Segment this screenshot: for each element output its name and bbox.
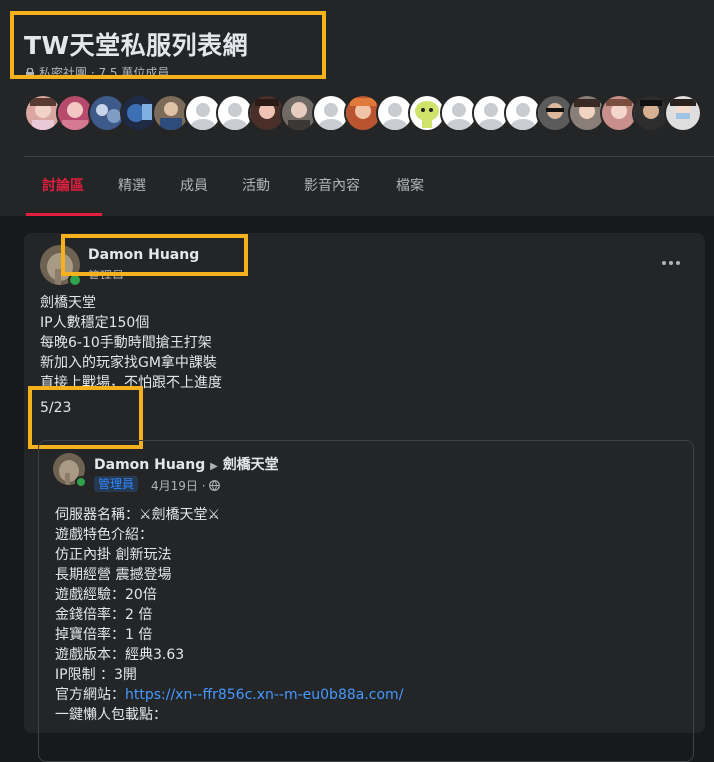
shared-line: 掉寶倍率：1 倍: [55, 627, 153, 643]
tab-label: 成員: [180, 178, 208, 194]
post-line: IP人數穩定150個: [40, 315, 150, 331]
shared-line: 金錢倍率：2 倍: [55, 607, 153, 623]
group-title: TW天堂私服列表網: [24, 31, 249, 60]
tab-featured[interactable]: 精選: [118, 157, 146, 216]
shared-line: 遊戲特色介紹：: [55, 527, 153, 543]
shared-line: 伺服器名稱：⚔劍橋天堂⚔: [55, 507, 221, 523]
online-status-dot: [68, 273, 82, 287]
lock-icon: [26, 68, 34, 76]
online-status-dot: [75, 476, 87, 488]
website-line: 官方網站：https://xn--ffr856c.xn--m-eu0b88a.c…: [55, 685, 403, 705]
tab-media[interactable]: 影音內容: [304, 157, 360, 216]
shared-author-label: Damon Huang: [94, 457, 206, 473]
tab-label: 活動: [242, 178, 270, 194]
post-author-role: 管理員: [88, 267, 124, 279]
shared-line: 遊戲經驗：20倍: [55, 587, 157, 603]
shared-post-time: 4月19日 ·: [151, 477, 221, 494]
tab-label: 精選: [118, 178, 146, 194]
tab-events[interactable]: 活動: [242, 157, 270, 216]
tab-label: 討論區: [42, 178, 84, 194]
post-line: 新加入的玩家找GM拿中課裝: [40, 355, 217, 371]
group-header: TW天堂私服列表網 私密社團 · 7.5 萬位成員 討論區 精選 成員 活動 影…: [0, 0, 714, 216]
shared-line: 一鍵懶人包載點：: [55, 707, 167, 723]
tab-label: 檔案: [396, 178, 424, 194]
group-meta: 私密社團 · 7.5 萬位成員: [26, 64, 169, 76]
shared-line: 仿正內掛 創新玩法: [55, 547, 172, 563]
more-options-button[interactable]: [660, 253, 684, 273]
caret-right-icon: ▶: [210, 461, 218, 472]
post-author-name[interactable]: Damon Huang: [88, 247, 199, 263]
tab-files[interactable]: 檔案: [396, 157, 424, 216]
shared-time-label[interactable]: 4月19日 ·: [151, 479, 206, 493]
globe-icon: [209, 479, 221, 493]
shared-line: 長期經營 震撼登場: [55, 567, 172, 583]
website-label: 官方網站：: [55, 687, 125, 703]
shared-target-name[interactable]: 劍橋天堂: [223, 457, 279, 473]
post-line: 每晚6-10手動時間搶王打架: [40, 335, 212, 351]
website-link[interactable]: https://xn--ffr856c.xn--m-eu0b88a.com/: [125, 687, 403, 703]
post-line: 劍橋天堂: [40, 295, 96, 311]
dot: [669, 261, 673, 265]
post-body: 劍橋天堂 IP人數穩定150個 每晚6-10手動時間搶王打架 新加入的玩家找GM…: [40, 293, 222, 393]
dot: [676, 261, 680, 265]
avatar[interactable]: [664, 94, 702, 132]
shared-line: 遊戲版本：經典3.63: [55, 647, 185, 663]
dot: [662, 261, 666, 265]
tab-label: 影音內容: [304, 178, 360, 194]
shared-post-body: 伺服器名稱：⚔劍橋天堂⚔ 遊戲特色介紹： 仿正內掛 創新玩法 長期經營 震撼登場…: [55, 505, 403, 725]
tab-discussion[interactable]: 討論區: [42, 157, 84, 216]
shared-post[interactable]: Damon Huang ▶ 劍橋天堂 管理員 4月19日 · 伺服器名稱：⚔劍橋…: [38, 440, 694, 762]
post-role-label: 管理員: [88, 269, 125, 279]
shared-author-name[interactable]: Damon Huang ▶ 劍橋天堂: [94, 454, 279, 474]
active-tab-underline: [26, 213, 102, 216]
shared-line: IP限制 ：3開: [55, 667, 137, 683]
post-date-text: 5/23: [40, 400, 72, 416]
post-line: 直接上戰場，不怕跟不上進度: [40, 375, 222, 391]
tab-members[interactable]: 成員: [180, 157, 208, 216]
admin-badge: 管理員: [94, 476, 139, 492]
post-card: Damon Huang 管理員 劍橋天堂 IP人數穩定150個 每晚6-10手動…: [24, 233, 705, 762]
group-meta-text: 私密社團 · 7.5 萬位成員: [39, 66, 170, 76]
